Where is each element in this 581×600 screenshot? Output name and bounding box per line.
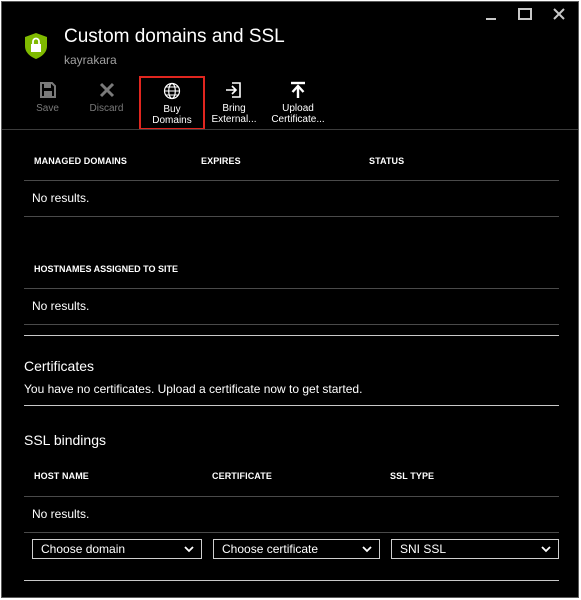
chevron-down-icon	[184, 546, 194, 553]
save-button[interactable]: Save	[24, 76, 71, 128]
section-divider	[24, 580, 559, 581]
discard-button[interactable]: Discard	[83, 76, 130, 128]
chevron-down-icon	[362, 546, 372, 553]
buy-domains-button[interactable]: Buy Domains	[139, 76, 205, 130]
discard-icon	[99, 79, 115, 101]
certificates-message: You have no certificates. Upload a certi…	[24, 382, 363, 396]
page-subtitle: kayrakara	[64, 53, 117, 67]
upload-certificate-button[interactable]: Upload Certificate...	[271, 76, 325, 128]
chevron-down-icon	[541, 546, 551, 553]
bring-external-button[interactable]: Bring External...	[209, 76, 259, 128]
column-ssl-type: SSL TYPE	[390, 471, 435, 481]
save-label: Save	[36, 103, 59, 114]
ssl-bindings-title: SSL bindings	[24, 432, 106, 448]
import-icon	[225, 79, 243, 101]
upload-certificate-label-line2: Certificate...	[271, 114, 325, 125]
upload-certificate-label-line1: Upload	[282, 103, 314, 114]
maximize-icon[interactable]	[516, 6, 534, 22]
blade-content: MANAGED DOMAINS EXPIRES STATUS No result…	[24, 130, 559, 581]
ssl-bindings-empty: No results.	[24, 497, 559, 533]
column-expires: EXPIRES	[201, 156, 241, 166]
hostnames-header: HOSTNAMES ASSIGNED TO SITE	[24, 217, 559, 289]
ssl-type-value: SNI SSL	[400, 542, 447, 556]
column-status: STATUS	[369, 156, 405, 166]
managed-domains-header: MANAGED DOMAINS EXPIRES STATUS	[24, 130, 559, 181]
custom-domains-blade: Custom domains and SSL kayrakara Save Di…	[1, 1, 579, 598]
buy-domains-label-line2: Domains	[152, 115, 192, 126]
globe-icon	[163, 80, 181, 102]
column-hostnames: HOSTNAMES ASSIGNED TO SITE	[34, 264, 179, 274]
ssl-type-select[interactable]: SNI SSL	[391, 539, 559, 559]
choose-certificate-select[interactable]: Choose certificate	[213, 539, 380, 559]
shield-lock-icon	[25, 33, 47, 59]
choose-certificate-value: Choose certificate	[222, 542, 319, 556]
save-icon	[39, 79, 57, 101]
window-controls	[482, 6, 568, 22]
certificates-title: Certificates	[24, 358, 95, 374]
close-icon[interactable]	[550, 6, 568, 22]
command-bar: Save Discard Buy Domains Bring External.…	[24, 76, 337, 130]
discard-label: Discard	[89, 103, 124, 114]
column-managed-domains: MANAGED DOMAINS	[34, 156, 127, 166]
column-host-name: HOST NAME	[34, 471, 89, 481]
bring-external-label-line1: Bring	[222, 103, 246, 114]
minimize-icon[interactable]	[482, 6, 500, 22]
bring-external-label-line2: External...	[211, 114, 257, 125]
column-certificate: CERTIFICATE	[212, 471, 272, 481]
choose-domain-select[interactable]: Choose domain	[32, 539, 202, 559]
ssl-bindings-header: HOST NAME CERTIFICATE SSL TYPE	[24, 448, 559, 497]
ssl-binding-row: Choose domain Choose certificate SNI SSL	[24, 533, 559, 569]
page-title: Custom domains and SSL	[64, 26, 285, 47]
managed-domains-empty: No results.	[24, 181, 559, 217]
choose-domain-value: Choose domain	[41, 542, 126, 556]
buy-domains-label-line1: Buy	[163, 104, 181, 115]
upload-icon	[289, 79, 307, 101]
hostnames-empty: No results.	[24, 289, 559, 325]
